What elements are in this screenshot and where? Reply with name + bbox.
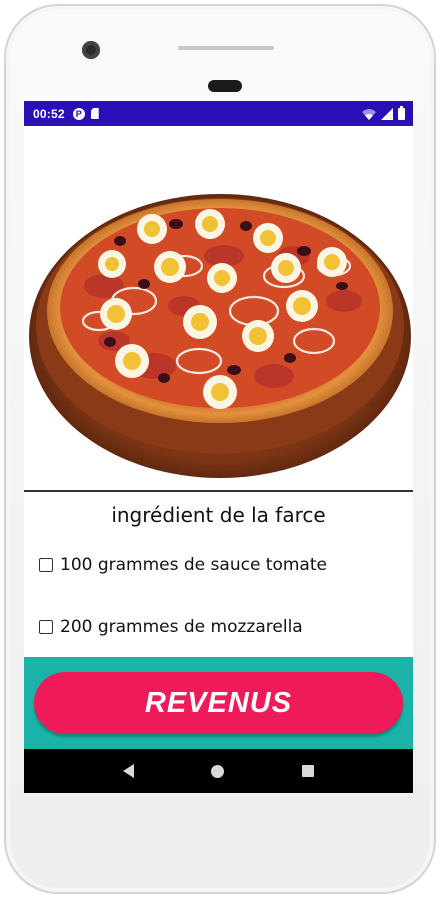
ingredient-label: 200 grammes de mozzarella bbox=[60, 617, 303, 637]
ingredient-label: 100 grammes de sauce tomate bbox=[60, 555, 327, 575]
wifi-icon bbox=[362, 108, 376, 120]
ingredient-checkbox-mozzarella[interactable]: 200 grammes de mozzarella bbox=[39, 617, 303, 637]
earpiece-speaker bbox=[178, 46, 274, 50]
proximity-sensor bbox=[208, 80, 242, 92]
checkbox[interactable] bbox=[39, 620, 53, 634]
status-system-icons bbox=[362, 105, 405, 120]
p-icon: P bbox=[72, 107, 85, 120]
recents-icon[interactable] bbox=[302, 765, 315, 777]
ingredients-title: ingrédient de la farce bbox=[111, 503, 326, 527]
sd-card-icon bbox=[90, 108, 99, 119]
section-divider bbox=[24, 490, 413, 492]
battery-icon bbox=[398, 105, 405, 120]
checkbox[interactable] bbox=[39, 558, 53, 572]
pizza-image bbox=[29, 194, 411, 478]
signal-icon bbox=[381, 107, 393, 120]
revenus-button[interactable]: REVENUS bbox=[34, 672, 403, 734]
home-icon[interactable] bbox=[211, 764, 225, 778]
front-camera bbox=[82, 41, 100, 59]
status-bar: 00:52 P bbox=[24, 101, 413, 126]
status-time: 00:52 bbox=[33, 106, 65, 121]
back-icon[interactable] bbox=[122, 764, 134, 778]
navigation-bar bbox=[24, 749, 413, 793]
ingredient-checkbox-tomato-sauce[interactable]: 100 grammes de sauce tomate bbox=[39, 555, 327, 575]
screen: 00:52 P ingrédient de la farce 100 gramm… bbox=[24, 101, 413, 793]
